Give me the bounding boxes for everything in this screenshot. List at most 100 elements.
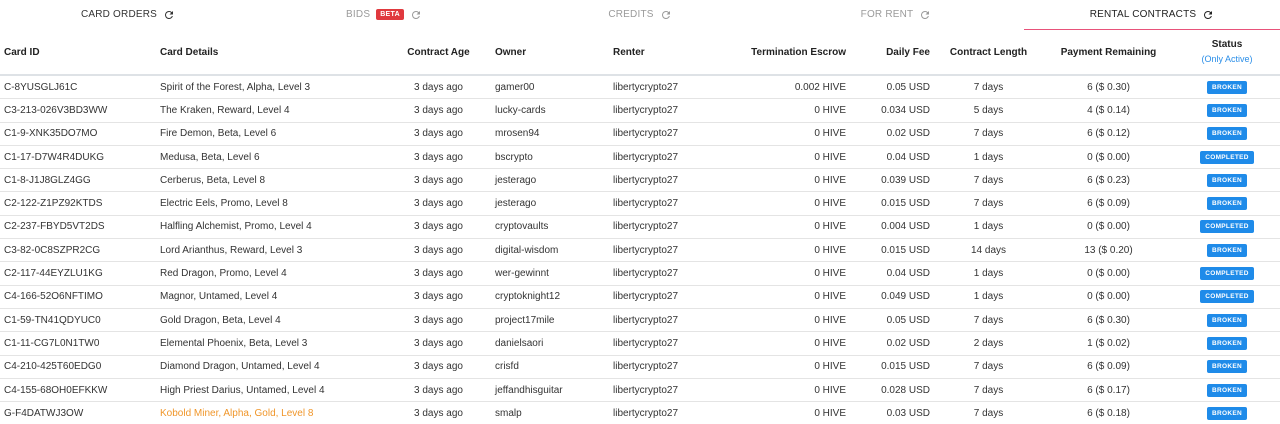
cell-renter[interactable]: libertycrypto27 — [609, 214, 719, 239]
cell-owner[interactable]: digital-wisdom — [491, 238, 609, 262]
header-contract-age[interactable]: Contract Age — [386, 30, 491, 76]
cell-card-details[interactable]: Cerberus, Beta, Level 8 — [156, 168, 386, 192]
cell-card-details[interactable]: Electric Eels, Promo, Level 8 — [156, 191, 386, 216]
refresh-icon[interactable] — [163, 9, 175, 21]
status-badge[interactable]: BROKEN — [1207, 173, 1247, 187]
cell-renter[interactable]: libertycrypto27 — [609, 331, 719, 356]
refresh-icon[interactable] — [660, 9, 672, 21]
tab-bids[interactable]: BIDS BETA — [256, 0, 512, 30]
table-row[interactable]: C4-210-425T60EDG0 Diamond Dragon, Untamed… — [0, 354, 1280, 379]
table-row[interactable]: C1-8-J1J8GLZ4GG Cerberus, Beta, Level 83 … — [0, 168, 1280, 192]
status-badge[interactable]: COMPLETED — [1200, 150, 1254, 164]
table-row[interactable]: C1-9-XNK35DO7MO Fire Demon, Beta, Level 6… — [0, 121, 1280, 146]
status-badge[interactable]: COMPLETED — [1200, 267, 1254, 281]
cell-owner[interactable]: jesterago — [491, 168, 609, 192]
header-renter[interactable]: Renter — [609, 30, 719, 76]
cell-owner[interactable]: smalp — [491, 401, 609, 424]
cell-owner[interactable]: lucky-cards — [491, 98, 609, 123]
header-contract-length[interactable]: Contract Length — [934, 30, 1043, 76]
cell-payment-remaining: 6 ($ 0.30) — [1043, 74, 1174, 99]
header-termination-escrow[interactable]: Termination Escrow — [719, 30, 850, 76]
header-status[interactable]: Status (Only Active) — [1174, 30, 1280, 76]
cell-card-details[interactable]: Kobold Miner, Alpha, Gold, Level 8 — [156, 401, 386, 424]
header-owner[interactable]: Owner — [491, 30, 609, 76]
refresh-icon[interactable] — [919, 9, 931, 21]
status-badge[interactable]: BROKEN — [1207, 103, 1247, 117]
cell-owner[interactable]: bscrypto — [491, 144, 609, 169]
status-badge[interactable]: BROKEN — [1207, 336, 1247, 350]
header-card-details[interactable]: Card Details — [156, 30, 386, 76]
cell-renter[interactable]: libertycrypto27 — [609, 168, 719, 192]
table-row[interactable]: G-F4DATWJ3OW Kobold Miner, Alpha, Gold, L… — [0, 401, 1280, 424]
cell-renter[interactable]: libertycrypto27 — [609, 377, 719, 402]
cell-card-details[interactable]: Fire Demon, Beta, Level 6 — [156, 121, 386, 146]
status-badge[interactable]: BROKEN — [1207, 197, 1247, 211]
cell-card-details[interactable]: High Priest Darius, Untamed, Level 4 — [156, 377, 386, 402]
header-daily-fee[interactable]: Daily Fee — [850, 30, 934, 76]
table-row[interactable]: C1-17-D7W4R4DUKG Medusa, Beta, Level 63 d… — [0, 144, 1280, 169]
cell-owner[interactable]: jeffandhisguitar — [491, 377, 609, 402]
status-badge[interactable]: BROKEN — [1207, 313, 1247, 327]
cell-renter[interactable]: libertycrypto27 — [609, 354, 719, 379]
table-row[interactable]: C2-237-FBYD5VT2DS Halfling Alchemist, Pro… — [0, 214, 1280, 239]
cell-owner[interactable]: crisfd — [491, 354, 609, 379]
cell-card-details[interactable]: Diamond Dragon, Untamed, Level 4 — [156, 354, 386, 379]
table-row[interactable]: C4-155-68OH0EFKKW High Priest Darius, Unt… — [0, 377, 1280, 402]
cell-owner[interactable]: cryptoknight12 — [491, 284, 609, 309]
cell-owner[interactable]: cryptovaults — [491, 214, 609, 239]
tab-credits[interactable]: CREDITS — [512, 0, 768, 30]
table-row[interactable]: C-8YUSGLJ61C Spirit of the Forest, Alpha,… — [0, 74, 1280, 99]
table-row[interactable]: C4-166-52O6NFTIMO Magnor, Untamed, Level … — [0, 284, 1280, 309]
cell-card-details[interactable]: Spirit of the Forest, Alpha, Level 3 — [156, 74, 386, 99]
cell-card-details[interactable]: Halfling Alchemist, Promo, Level 4 — [156, 214, 386, 239]
cell-owner[interactable]: danielsaori — [491, 331, 609, 356]
tab-for-rent[interactable]: FOR RENT — [768, 0, 1024, 30]
cell-owner[interactable]: gamer00 — [491, 74, 609, 99]
status-badge[interactable]: BROKEN — [1207, 360, 1247, 374]
refresh-icon[interactable] — [410, 9, 422, 21]
cell-renter[interactable]: libertycrypto27 — [609, 191, 719, 216]
cell-owner[interactable]: mrosen94 — [491, 121, 609, 146]
status-badge[interactable]: BROKEN — [1207, 243, 1247, 257]
table-row[interactable]: C3-82-0C8SZPR2CG Lord Arianthus, Reward, … — [0, 238, 1280, 262]
cell-renter[interactable]: libertycrypto27 — [609, 307, 719, 332]
cell-card-id: C-8YUSGLJ61C — [0, 74, 156, 99]
cell-renter[interactable]: libertycrypto27 — [609, 401, 719, 424]
cell-owner[interactable]: wer-gewinnt — [491, 261, 609, 286]
status-badge[interactable]: BROKEN — [1207, 80, 1247, 94]
status-badge[interactable]: COMPLETED — [1200, 220, 1254, 234]
cell-renter[interactable]: libertycrypto27 — [609, 98, 719, 123]
cell-card-details[interactable]: Gold Dragon, Beta, Level 4 — [156, 307, 386, 332]
cell-renter[interactable]: libertycrypto27 — [609, 261, 719, 286]
header-card-id[interactable]: Card ID — [0, 30, 156, 76]
cell-renter[interactable]: libertycrypto27 — [609, 238, 719, 262]
table-row[interactable]: C1-59-TN41QDYUC0 Gold Dragon, Beta, Level… — [0, 307, 1280, 332]
status-badge[interactable]: BROKEN — [1207, 383, 1247, 397]
cell-card-details[interactable]: Magnor, Untamed, Level 4 — [156, 284, 386, 309]
table-row[interactable]: C2-122-Z1PZ92KTDS Electric Eels, Promo, L… — [0, 191, 1280, 216]
status-badge[interactable]: BROKEN — [1207, 406, 1247, 420]
table-row[interactable]: C2-117-44EYZLU1KG Red Dragon, Promo, Leve… — [0, 261, 1280, 286]
cell-card-details[interactable]: Lord Arianthus, Reward, Level 3 — [156, 238, 386, 262]
cell-owner[interactable]: project17mile — [491, 307, 609, 332]
cell-daily-fee: 0.04 USD — [850, 144, 934, 169]
refresh-icon[interactable] — [1202, 9, 1214, 21]
tab-rental-contracts[interactable]: RENTAL CONTRACTS — [1024, 0, 1280, 30]
header-payment-remaining[interactable]: Payment Remaining — [1043, 30, 1174, 76]
status-badge[interactable]: BROKEN — [1207, 127, 1247, 141]
cell-card-details[interactable]: Red Dragon, Promo, Level 4 — [156, 261, 386, 286]
cell-renter[interactable]: libertycrypto27 — [609, 121, 719, 146]
cell-card-details[interactable]: Elemental Phoenix, Beta, Level 3 — [156, 331, 386, 356]
tab-card-orders[interactable]: CARD ORDERS — [0, 0, 256, 30]
cell-card-details[interactable]: Medusa, Beta, Level 6 — [156, 144, 386, 169]
table-row[interactable]: C1-11-CG7L0N1TW0 Elemental Phoenix, Beta,… — [0, 331, 1280, 356]
cell-renter[interactable]: libertycrypto27 — [609, 74, 719, 99]
cell-renter[interactable]: libertycrypto27 — [609, 144, 719, 169]
status-badge[interactable]: COMPLETED — [1200, 290, 1254, 304]
cell-owner[interactable]: jesterago — [491, 191, 609, 216]
cell-renter[interactable]: libertycrypto27 — [609, 284, 719, 309]
cell-termination-escrow: 0 HIVE — [719, 284, 850, 309]
status-filter-link[interactable]: (Only Active) — [1178, 52, 1276, 66]
table-row[interactable]: C3-213-026V3BD3WW The Kraken, Reward, Lev… — [0, 98, 1280, 123]
cell-card-details[interactable]: The Kraken, Reward, Level 4 — [156, 98, 386, 123]
